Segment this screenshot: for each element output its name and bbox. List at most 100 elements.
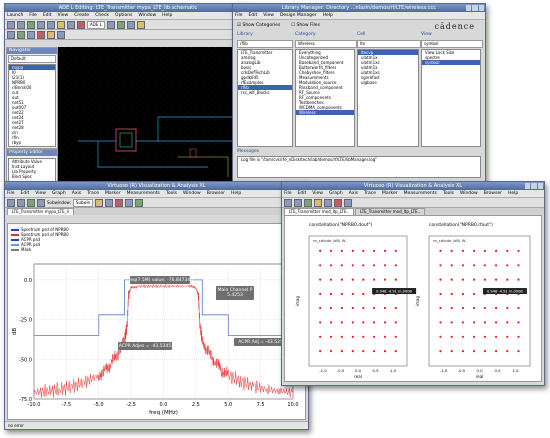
menu-item-window[interactable]: Window bbox=[183, 191, 201, 196]
menu-item-edit[interactable]: Edit bbox=[298, 191, 307, 196]
menu-item-graph[interactable]: Graph bbox=[329, 191, 343, 196]
library-list[interactable]: LTE_Transmitter amslog analogLib basic cdsDe… bbox=[237, 49, 293, 147]
zoom-out-icon[interactable] bbox=[324, 198, 332, 207]
new-window-icon[interactable] bbox=[284, 198, 292, 207]
menu-item-measurements[interactable]: Measurements bbox=[404, 191, 437, 196]
menu-item-measurements[interactable]: Measurements bbox=[127, 191, 160, 196]
label-icon[interactable] bbox=[126, 20, 135, 29]
menu-item-file[interactable]: File bbox=[7, 191, 15, 196]
viva-graph-area[interactable]: Spectrum psd of NPRB0 Spectrum psd of NPR… bbox=[7, 223, 306, 420]
menu-item-axis[interactable]: Axis bbox=[349, 191, 358, 196]
menu-item-help[interactable]: Help bbox=[231, 191, 241, 196]
open-icon[interactable] bbox=[294, 198, 302, 207]
menu-item-check[interactable]: Check bbox=[95, 13, 109, 18]
library-item[interactable]: rsc_wlf_Blocks bbox=[238, 90, 292, 95]
marker-icon[interactable] bbox=[115, 198, 124, 207]
menu-item-file[interactable]: File bbox=[284, 191, 292, 196]
navigator-item[interactable]: rbiasbut bbox=[9, 145, 55, 146]
menu-item-window[interactable]: Window bbox=[460, 191, 478, 196]
menu-item-trace[interactable]: Trace bbox=[364, 191, 376, 196]
menu-item-edit[interactable]: Edit bbox=[21, 191, 30, 196]
hierarchy-icon[interactable] bbox=[57, 30, 65, 39]
window-controls[interactable] bbox=[466, 5, 484, 11]
libmgr-titlebar[interactable]: Library Manager: Directory ...nlazin/dem… bbox=[233, 4, 485, 12]
view-item[interactable]: symbol bbox=[422, 60, 480, 65]
menu-item-file[interactable]: File bbox=[235, 13, 243, 18]
show-files-checkbox[interactable]: ☐ Show Files bbox=[291, 23, 320, 28]
menu-item-marker[interactable]: Marker bbox=[105, 191, 121, 196]
tab-constellation-2[interactable]: LTE_Transmitter mod_ltp_LTE.. bbox=[355, 208, 426, 215]
zoom-icon[interactable] bbox=[57, 20, 65, 29]
redo-icon[interactable] bbox=[47, 20, 55, 29]
category-filter-input[interactable]: Wireless bbox=[295, 40, 357, 48]
fit-icon[interactable] bbox=[67, 20, 75, 29]
cell-filter-input[interactable]: lte bbox=[357, 40, 421, 48]
marker-icon[interactable] bbox=[334, 198, 342, 207]
menu-item-tools[interactable]: Tools bbox=[166, 191, 177, 196]
strip-icon[interactable] bbox=[135, 198, 144, 207]
navigator-tree[interactable]: mypa I0 I21(1) NPRB0 r/Bnrsk00 cut out net51 out… bbox=[8, 64, 56, 147]
menu-item-edit[interactable]: Edit bbox=[43, 13, 52, 18]
fit-icon[interactable] bbox=[125, 198, 134, 207]
new-icon[interactable] bbox=[7, 20, 15, 29]
menu-item-design-manager[interactable]: Design Manager bbox=[280, 13, 317, 18]
print-icon[interactable] bbox=[37, 198, 45, 207]
zoom-out-icon[interactable] bbox=[105, 198, 114, 207]
menu-item-help[interactable]: Help bbox=[162, 13, 172, 18]
navigator-filter[interactable]: Default bbox=[8, 55, 56, 63]
move-icon[interactable] bbox=[27, 30, 35, 39]
menu-item-graph[interactable]: Graph bbox=[52, 191, 66, 196]
menu-item-tools[interactable]: Tools bbox=[443, 191, 454, 196]
viva2-titlebar[interactable]: Virtuoso (R) Visualization & Analysis XL bbox=[282, 182, 544, 190]
menu-item-trace[interactable]: Trace bbox=[87, 191, 99, 196]
view-list[interactable]: View Lock Size spectre symbol bbox=[421, 49, 481, 147]
select-icon[interactable] bbox=[7, 30, 15, 39]
menu-item-view[interactable]: View bbox=[263, 13, 274, 18]
menu-item-create[interactable]: Create bbox=[74, 13, 89, 18]
menu-item-options[interactable]: Options bbox=[115, 13, 132, 18]
menu-item-browser[interactable]: Browser bbox=[484, 191, 502, 196]
view-filter-input[interactable]: symbol bbox=[421, 40, 483, 48]
open-icon[interactable] bbox=[17, 198, 25, 207]
window-controls[interactable] bbox=[525, 183, 543, 189]
viva-titlebar[interactable]: Virtuoso (R) Visualization & Analysis XL bbox=[5, 182, 308, 190]
category-list[interactable]: Everything Uncategorized Baseband_componen… bbox=[295, 49, 355, 147]
menu-item-launch[interactable]: Launch bbox=[7, 13, 23, 18]
cell-item[interactable]: ulgbase bbox=[358, 80, 418, 85]
menu-item-view[interactable]: View bbox=[312, 191, 323, 196]
instance-icon[interactable] bbox=[136, 20, 145, 29]
menu-item-help[interactable]: Help bbox=[508, 191, 518, 196]
menu-item-file[interactable]: File bbox=[29, 13, 37, 18]
viva2-graph-area[interactable]: constellation("NPRB0.dout") re_cdiode (dB… bbox=[284, 215, 542, 382]
menu-item-browser[interactable]: Browser bbox=[207, 191, 225, 196]
category-item[interactable]: Wireless bbox=[296, 110, 354, 115]
zoom-in-icon[interactable] bbox=[314, 198, 322, 207]
menu-item-view[interactable]: View bbox=[35, 191, 46, 196]
new-window-icon[interactable] bbox=[7, 198, 15, 207]
wire-icon[interactable] bbox=[106, 20, 115, 29]
check-save-icon[interactable] bbox=[27, 20, 35, 29]
menu-item-edit[interactable]: Edit bbox=[249, 13, 258, 18]
pin-icon[interactable] bbox=[116, 20, 125, 29]
fit-icon[interactable] bbox=[344, 198, 352, 207]
undo-icon[interactable] bbox=[37, 20, 45, 29]
library-filter-input[interactable]: rflib bbox=[237, 40, 293, 48]
menu-item-axis[interactable]: Axis bbox=[72, 191, 81, 196]
stretch-icon[interactable] bbox=[17, 30, 25, 39]
menu-item-help[interactable]: Help bbox=[323, 13, 333, 18]
zoom-in-icon[interactable] bbox=[95, 198, 104, 207]
cell-list[interactable]: ltecvp ulatm1x ulatm1xs ulatm1x ulatm1xs sgnr… bbox=[357, 49, 419, 147]
open-icon[interactable] bbox=[17, 20, 25, 29]
copy-icon[interactable] bbox=[37, 30, 45, 39]
menu-item-view[interactable]: View bbox=[58, 13, 69, 18]
tab-ltetransmitter[interactable]: LTE_Transmitter mypa_LTE_li bbox=[7, 208, 74, 215]
save-icon[interactable] bbox=[304, 198, 312, 207]
save-icon[interactable] bbox=[27, 198, 35, 207]
menu-item-marker[interactable]: Marker bbox=[382, 191, 398, 196]
property-row[interactable]: Bind Spec bbox=[9, 174, 55, 179]
workspace-combo[interactable]: ADE L bbox=[87, 20, 105, 29]
schematic-canvas[interactable] bbox=[58, 47, 250, 203]
delete-icon[interactable] bbox=[77, 20, 85, 29]
menu-item-window[interactable]: Window bbox=[138, 13, 156, 18]
tab-constellation-1[interactable]: LTE_Transmitter mod_ltp_LTE.. bbox=[284, 208, 355, 215]
